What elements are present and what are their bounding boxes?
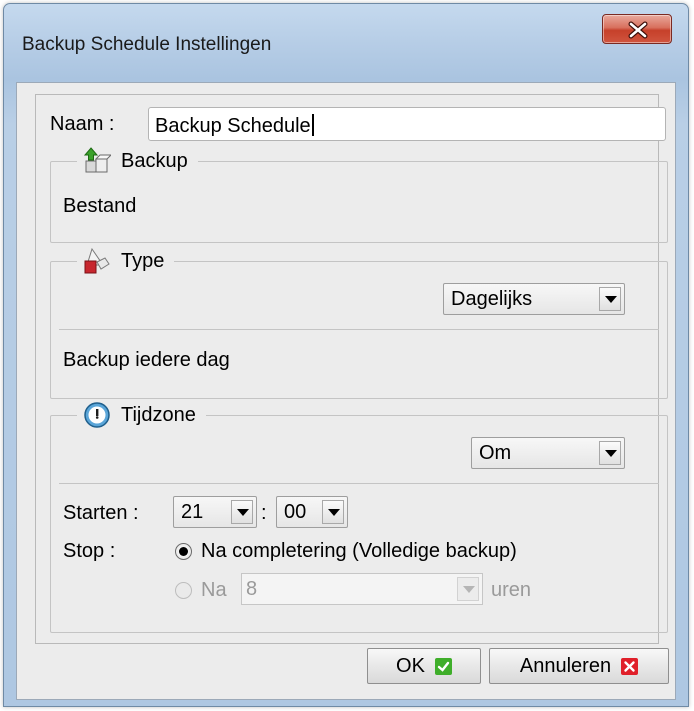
- cancel-button[interactable]: Annuleren: [489, 648, 669, 684]
- start-hour-value: 21: [181, 501, 204, 523]
- tijdzone-legend-label: Tijdzone: [121, 404, 196, 426]
- stop-after-prefix: Na: [201, 579, 227, 601]
- start-hour-select[interactable]: 21: [173, 496, 257, 528]
- title-bar: Backup Schedule Instellingen: [4, 4, 688, 82]
- stop-complete-radio[interactable]: [175, 543, 192, 560]
- type-group: Type Dagelijks Backup iedere dag: [50, 246, 668, 399]
- stop-after-radio[interactable]: [175, 582, 192, 599]
- tijdzone-separator: [59, 483, 659, 484]
- check-icon: [434, 657, 452, 675]
- stop-complete-label: Na completering (Volledige backup): [201, 540, 517, 562]
- clock-icon: [83, 401, 111, 429]
- naam-value: Backup Schedule: [155, 115, 311, 137]
- settings-panel: Naam : Backup Schedule Backup Bestand Ty…: [35, 94, 668, 644]
- ok-button[interactable]: OK: [367, 648, 481, 684]
- type-legend: Type: [77, 246, 175, 276]
- chevron-down-icon: [599, 287, 621, 311]
- tijdzone-legend: Tijdzone: [77, 400, 206, 430]
- backup-legend-label: Backup: [121, 150, 188, 172]
- dialog-body: Naam : Backup Schedule Backup Bestand Ty…: [16, 82, 676, 700]
- time-mode-value: Om: [479, 442, 512, 464]
- ok-button-label: OK: [396, 654, 425, 677]
- start-minute-select[interactable]: 00: [276, 496, 348, 528]
- type-shapes-icon: [83, 247, 111, 275]
- stop-after-unit: uren: [491, 579, 532, 601]
- close-icon: [621, 657, 639, 675]
- backup-source-value: Bestand: [63, 195, 137, 217]
- backup-group: Backup Bestand: [50, 146, 668, 243]
- chevron-down-icon: [457, 577, 479, 601]
- dialog-window: Backup Schedule Instellingen Naam : Back…: [3, 3, 689, 707]
- time-mode-select[interactable]: Om: [471, 437, 625, 469]
- type-separator: [59, 329, 659, 330]
- tijdzone-group: Tijdzone Om Starten : 21 : 00 Stop : Na …: [50, 400, 668, 633]
- stop-after-hours-value: 8: [246, 578, 258, 600]
- backup-legend: Backup: [77, 146, 198, 176]
- chevron-down-icon: [322, 500, 344, 524]
- backup-up-arrow-icon: [83, 147, 113, 175]
- chevron-down-icon: [599, 441, 621, 465]
- close-button[interactable]: [602, 14, 672, 44]
- frequency-select[interactable]: Dagelijks: [443, 283, 625, 315]
- text-caret: [311, 114, 314, 136]
- type-legend-label: Type: [121, 250, 165, 272]
- stop-label: Stop :: [63, 540, 116, 562]
- frequency-value: Dagelijks: [451, 288, 533, 310]
- cancel-button-label: Annuleren: [519, 654, 612, 677]
- close-icon: [628, 21, 648, 39]
- start-label: Starten :: [63, 502, 139, 524]
- stop-after-hours-input[interactable]: 8: [241, 573, 483, 605]
- naam-input[interactable]: Backup Schedule: [148, 107, 666, 141]
- window-title: Backup Schedule Instellingen: [22, 34, 272, 55]
- start-minute-value: 00: [284, 501, 307, 523]
- frequency-description: Backup iedere dag: [63, 349, 230, 371]
- naam-label: Naam :: [50, 113, 115, 135]
- time-separator: :: [261, 502, 267, 524]
- chevron-down-icon: [231, 500, 253, 524]
